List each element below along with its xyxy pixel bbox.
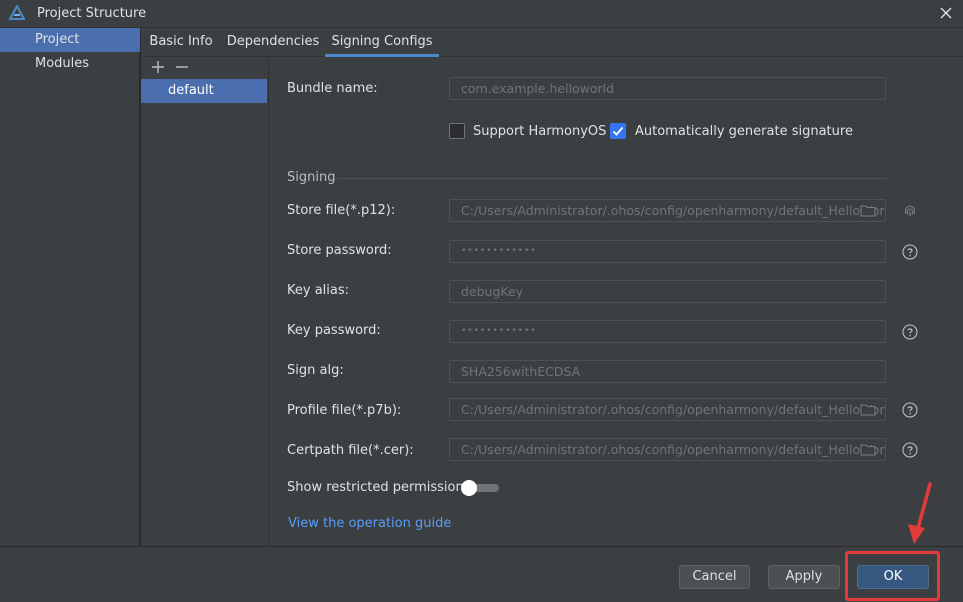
checkmark-icon [612,126,624,136]
tab-bar: Basic Info Dependencies Signing Configs [141,28,963,57]
apply-button[interactable]: Apply [768,565,840,589]
key-password-label: Key password: [287,323,381,338]
folder-icon[interactable] [860,403,876,416]
support-harmonyos-checkbox[interactable] [449,123,465,139]
list-item-default[interactable]: default [141,79,267,103]
help-icon[interactable] [902,402,918,418]
show-restricted-label: Show restricted permissions [287,480,471,495]
title-bar: Project Structure [0,0,963,28]
help-icon[interactable] [902,244,918,260]
support-harmonyos-label: Support HarmonyOS [473,124,607,139]
auto-signature-checkbox[interactable] [610,123,626,139]
store-file-field[interactable]: C:/Users/Administrator/.ohos/config/open… [449,199,886,222]
minus-icon[interactable] [174,59,190,75]
close-icon[interactable] [937,4,955,22]
key-alias-field[interactable]: debugKey [449,280,886,303]
app-logo-icon [9,5,25,20]
nav-item-modules[interactable]: Modules [0,52,140,76]
tab-dependencies[interactable]: Dependencies [223,28,323,57]
profile-file-label: Profile file(*.p7b): [287,403,402,418]
dialog-footer: Cancel Apply OK [0,546,963,602]
signing-section-title: Signing [287,170,336,185]
window-title: Project Structure [37,6,147,21]
store-password-field[interactable]: •••••••••••• [449,240,886,263]
bundle-name-field[interactable]: com.example.helloworld [449,77,886,100]
signing-config-list: default [141,57,269,546]
store-file-label: Store file(*.p12): [287,203,396,218]
nav-item-project[interactable]: Project [0,28,140,52]
folder-icon[interactable] [860,204,876,217]
operation-guide-link[interactable]: View the operation guide [288,516,451,531]
signing-config-form: Bundle name: com.example.helloworld Supp… [269,57,963,546]
profile-file-value: C:/Users/Administrator/.ohos/config/open… [461,402,886,417]
key-alias-label: Key alias: [287,283,350,298]
toggle-knob [461,480,477,496]
cancel-button[interactable]: Cancel [679,565,750,589]
store-file-value: C:/Users/Administrator/.ohos/config/open… [461,203,886,218]
sign-alg-field[interactable]: SHA256withECDSA [449,360,886,383]
help-icon[interactable] [902,442,918,458]
folder-icon[interactable] [860,443,876,456]
fingerprint-icon[interactable] [902,202,918,218]
bundle-name-label: Bundle name: [287,81,378,96]
tab-basic-info[interactable]: Basic Info [141,28,221,57]
key-password-field[interactable]: •••••••••••• [449,320,886,343]
plus-icon[interactable] [150,59,166,75]
profile-file-field[interactable]: C:/Users/Administrator/.ohos/config/open… [449,398,886,421]
tab-signing-configs[interactable]: Signing Configs [325,28,439,57]
help-icon[interactable] [902,324,918,340]
annotation-arrow-icon [908,482,932,544]
store-password-label: Store password: [287,243,392,258]
certpath-file-value: C:/Users/Administrator/.ohos/config/open… [461,442,886,457]
annotation-highlight-box [845,551,940,601]
show-restricted-toggle[interactable] [461,480,499,496]
certpath-file-field[interactable]: C:/Users/Administrator/.ohos/config/open… [449,438,886,461]
sign-alg-label: Sign alg: [287,363,344,378]
left-nav: Project Modules [0,28,140,546]
section-divider [337,178,887,179]
auto-signature-label: Automatically generate signature [635,124,853,139]
certpath-file-label: Certpath file(*.cer): [287,443,414,458]
